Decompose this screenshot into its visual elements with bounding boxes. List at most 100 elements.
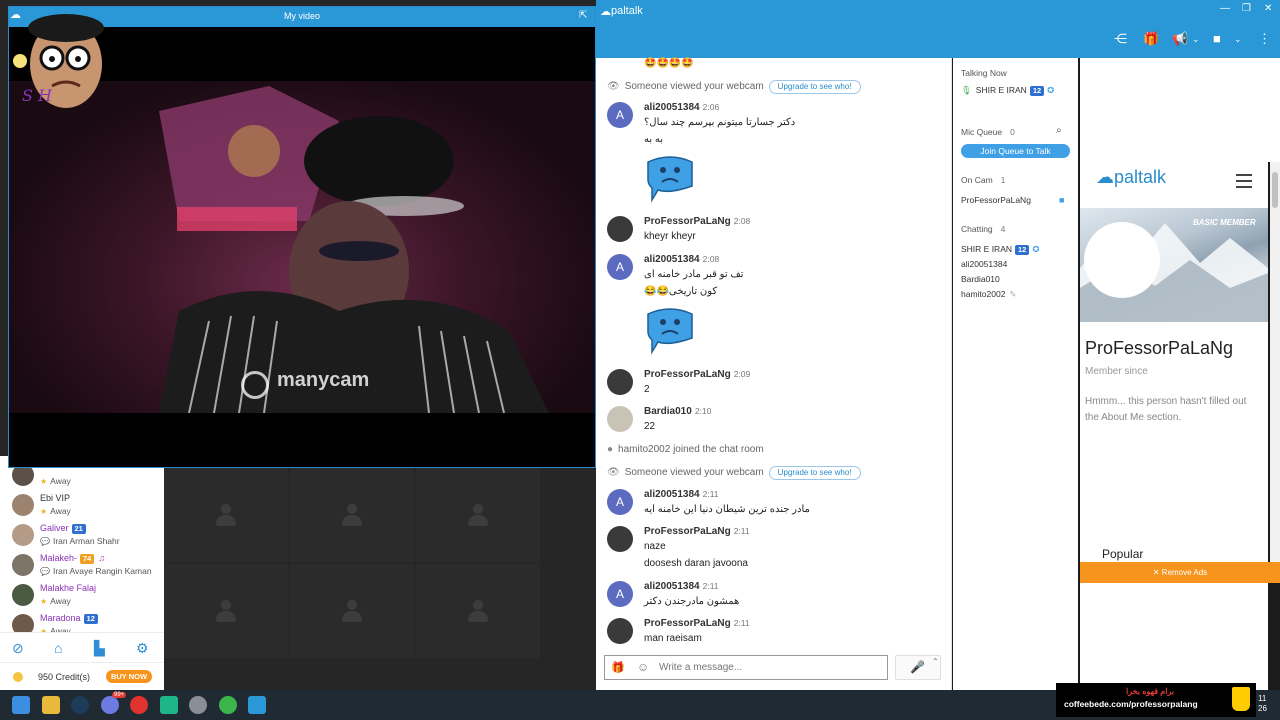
cam-slot[interactable] — [164, 564, 288, 658]
friend-item[interactable]: Malakeh- 74 ♫ 💬 Iran Avaye Rangin Kaman — [0, 550, 164, 580]
message-author[interactable]: ali20051384 2:08 — [644, 254, 719, 265]
avatar[interactable] — [607, 216, 633, 242]
paltalk-app-icon: ☁ — [10, 9, 21, 21]
push-to-talk-button[interactable]: 🎤 ⌃ — [895, 655, 941, 680]
music-note-icon: ♫ — [98, 553, 106, 563]
user-level-badge: 74 — [80, 554, 95, 564]
chat-bubble-icon: 💬 — [40, 537, 50, 546]
paltalk-taskbar-icon[interactable] — [248, 696, 266, 714]
avatar[interactable] — [607, 369, 633, 395]
chevron-down-icon[interactable]: ⌄ — [1192, 34, 1200, 45]
coffee-donation-banner[interactable]: برام قهوه بخرا coffeebede.com/professorp… — [1056, 683, 1256, 717]
upgrade-button[interactable]: Upgrade to see who! — [768, 466, 861, 480]
webcam-scene — [159, 86, 549, 413]
message-author[interactable]: ProFessorPaLaNg 2:11 — [644, 618, 750, 629]
remove-ads-button[interactable]: ✕ Remove Ads — [1080, 562, 1280, 583]
profile-name: ProFessorPaLaNg — [1085, 338, 1234, 358]
gift-icon[interactable]: 🎁 — [1143, 31, 1159, 47]
friend-name: Malakhe Falaj — [40, 583, 97, 593]
chatting-user[interactable]: SHIR E IRAN 12 ✪ — [961, 244, 1039, 255]
friend-item[interactable]: Ebi VIP ★ Away — [0, 490, 164, 520]
friend-status: 💬 Iran Avaye Rangin Kaman — [40, 566, 152, 576]
windows-start-icon[interactable] — [12, 696, 30, 714]
on-cam-user[interactable]: ProFessorPaLaNg — [961, 195, 1031, 205]
cam-slot[interactable] — [416, 564, 540, 658]
avatar[interactable] — [607, 406, 633, 432]
bottom-nav: ⊘ ⌂ ▙ ⚙ — [0, 632, 164, 662]
avatar[interactable] — [607, 618, 633, 644]
avatar[interactable]: A — [607, 102, 633, 128]
message-author[interactable]: ali20051384 2:06 — [644, 102, 719, 113]
settings-gear-icon[interactable] — [189, 696, 207, 714]
away-star-icon: ★ — [40, 597, 48, 606]
coin-icon — [13, 672, 23, 682]
message-text: 2 — [644, 384, 650, 395]
message-author[interactable]: Bardia010 2:10 — [644, 406, 711, 417]
discord-icon[interactable] — [101, 696, 119, 714]
upgrade-button[interactable]: Upgrade to see who! — [768, 80, 861, 94]
join-queue-button[interactable]: Join Queue to Talk — [961, 144, 1070, 158]
settings-gear-icon[interactable]: ⚙ — [136, 640, 149, 657]
video-camera-icon: ■ — [1059, 195, 1065, 205]
chatting-user[interactable]: hamito2002 ✎ — [961, 289, 1017, 300]
home-icon[interactable]: ⌂ — [54, 640, 62, 656]
camera-icon[interactable]: ■ — [1213, 31, 1221, 46]
share-icon[interactable]: ⋲ — [1114, 31, 1127, 47]
avatar[interactable]: A — [607, 254, 633, 280]
system-message: 👁 Someone viewed your webcam Upgrade to se… — [607, 80, 861, 94]
steam-icon[interactable] — [71, 696, 89, 714]
chevron-down-icon[interactable]: ⌄ — [1234, 34, 1242, 45]
cartoon-sticker-image: S H — [8, 6, 108, 116]
popular-heading: Popular — [1102, 547, 1144, 561]
credits-balance: 950 Credit(s) — [38, 672, 91, 682]
avatar[interactable]: A — [607, 581, 633, 607]
popout-icon[interactable]: ⇱ — [579, 10, 587, 21]
chatting-user[interactable]: Bardia010 — [961, 274, 1000, 284]
friend-item[interactable]: Galiver 21 💬 Iran Arman Shahr — [0, 520, 164, 550]
app-icon[interactable] — [160, 696, 178, 714]
room-users-panel: Talking Now 🎙 SHIR E IRAN 12 ✪ Mic Queue 0 ⌕… — [953, 58, 1078, 690]
system-message: 👁 Someone viewed your webcam Upgrade to se… — [607, 466, 861, 480]
message-author[interactable]: ali20051384 2:11 — [644, 581, 719, 592]
cam-slot[interactable] — [290, 468, 414, 562]
mic-off-icon: ✎ — [1009, 289, 1017, 299]
emoji-icon[interactable]: ☺ — [637, 660, 649, 674]
search-icon[interactable]: ⌕ — [1056, 125, 1062, 136]
paltalk-logo: ☁paltalk — [1096, 167, 1167, 187]
scrollbar-thumb[interactable] — [1272, 172, 1278, 208]
buy-now-button[interactable]: BUY NOW — [106, 670, 152, 683]
friend-item[interactable]: Malakhe Falaj ★ Away — [0, 580, 164, 610]
hamburger-menu-icon[interactable] — [1236, 174, 1252, 188]
chrome-icon[interactable] — [219, 696, 237, 714]
leaderboard-icon[interactable]: ▙ — [94, 640, 105, 657]
restore-icon[interactable]: ❐ — [1242, 3, 1251, 14]
member-since: Member since — [1085, 366, 1148, 377]
friend-status: ★Away — [40, 506, 71, 516]
avatar[interactable] — [607, 526, 633, 552]
close-icon[interactable]: ✕ — [1264, 3, 1272, 14]
avatar[interactable]: A — [607, 489, 633, 515]
cam-slot[interactable] — [290, 564, 414, 658]
app-title: paltalk — [611, 5, 643, 17]
chevron-up-icon[interactable]: ⌃ — [932, 657, 939, 666]
message-input[interactable] — [659, 659, 879, 676]
person-placeholder-icon — [342, 504, 362, 530]
message-author[interactable]: ali20051384 2:11 — [644, 489, 719, 500]
message-author[interactable]: ProFessorPaLaNg 2:08 — [644, 216, 750, 227]
profile-scrollbar[interactable] — [1270, 162, 1280, 562]
more-vertical-icon[interactable]: ⋮ — [1258, 31, 1271, 47]
message-author[interactable]: ProFessorPaLaNg 2:09 — [644, 369, 750, 380]
compass-icon[interactable]: ⊘ — [12, 640, 24, 657]
talking-now-heading: Talking Now — [961, 68, 1007, 78]
talking-user[interactable]: 🎙 SHIR E IRAN 12 ✪ — [961, 85, 1054, 96]
chatting-user[interactable]: ali20051384 — [961, 259, 1007, 269]
gift-icon[interactable]: 🎁 — [611, 661, 625, 674]
paltalk-logo-icon: ☁ — [1096, 167, 1114, 187]
cam-slot[interactable] — [416, 468, 540, 562]
message-author[interactable]: ProFessorPaLaNg 2:11 — [644, 526, 750, 537]
megaphone-icon[interactable]: 📢 — [1172, 31, 1188, 47]
cam-slot[interactable] — [164, 468, 288, 562]
minimize-icon[interactable]: — — [1220, 3, 1230, 14]
file-explorer-icon[interactable] — [42, 696, 60, 714]
opera-icon[interactable] — [130, 696, 148, 714]
